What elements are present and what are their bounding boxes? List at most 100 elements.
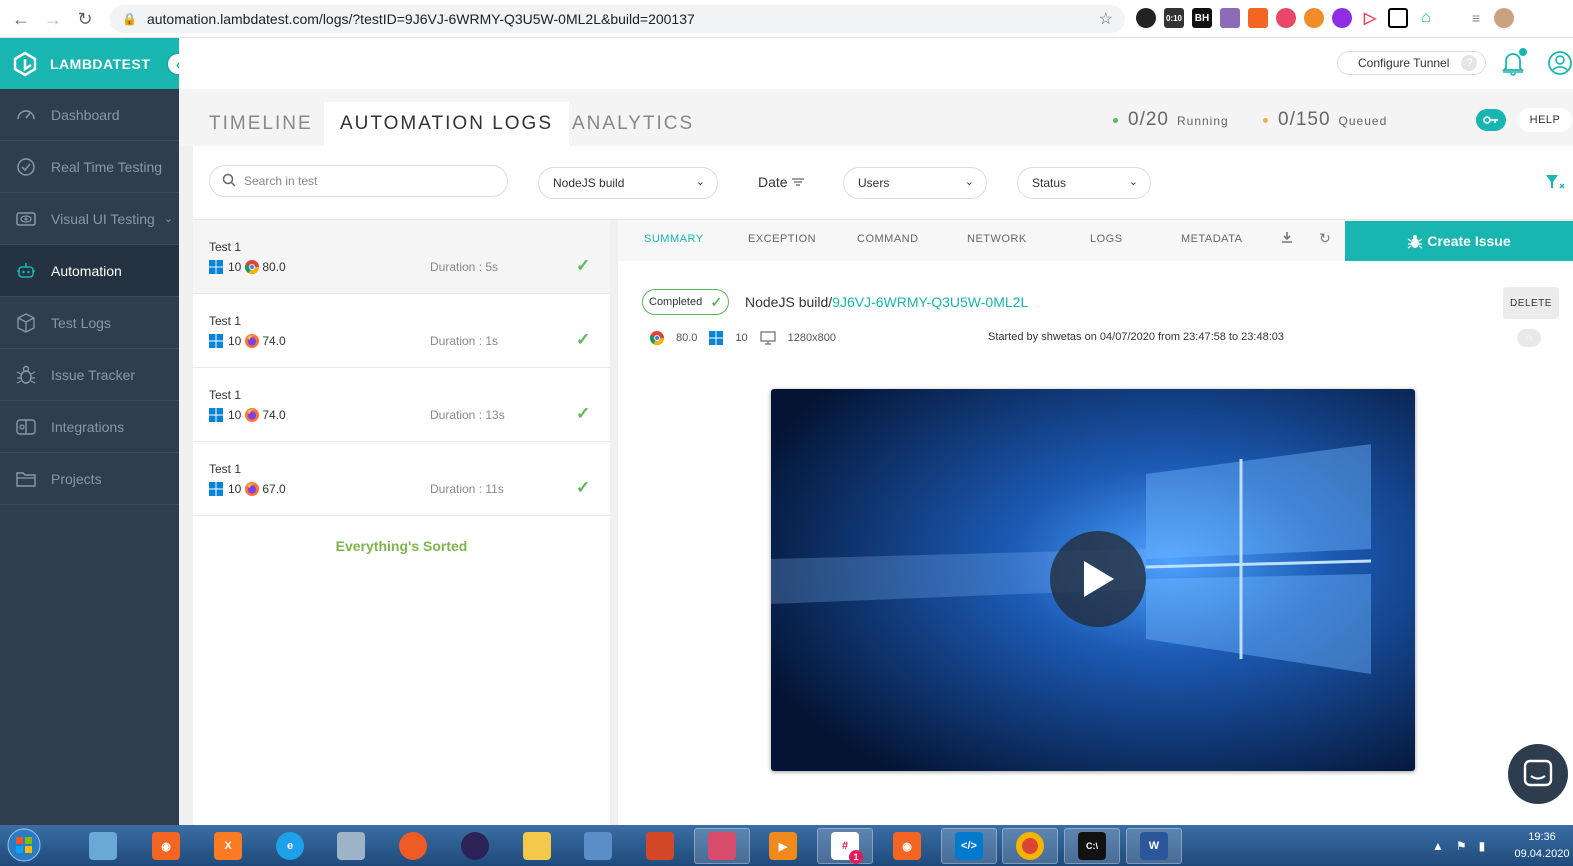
tab-network[interactable]: NETWORK (967, 233, 1027, 245)
taskbar-app-slack[interactable]: #1 (817, 828, 873, 864)
play-icon (1084, 561, 1114, 597)
delete-button[interactable]: DELETE (1503, 287, 1559, 319)
bh-extension-icon[interactable]: BH (1192, 8, 1212, 28)
reload-icon[interactable]: ↻ (70, 4, 100, 34)
tray-expand-icon[interactable]: ▲ (1432, 839, 1444, 853)
test-video-player[interactable] (771, 389, 1415, 771)
bug-icon (1408, 235, 1423, 249)
clock-icon (14, 155, 38, 179)
tab-exception[interactable]: EXCEPTION (748, 233, 816, 245)
taskbar-app-screenshot[interactable]: ◉ (138, 828, 194, 864)
taskbar-app-ie[interactable]: e (262, 828, 318, 864)
lambdatest-logo-icon (13, 51, 37, 76)
lambdatest-extension-icon[interactable]: ⌂ (1416, 8, 1436, 28)
chat-widget-button[interactable] (1508, 744, 1568, 804)
bookmark-star-icon[interactable]: ☆ (1099, 9, 1113, 29)
tab-summary[interactable]: SUMMARY (644, 233, 704, 245)
taskbar-app-chrome[interactable] (1002, 828, 1058, 864)
taskbar-app-notepad[interactable] (75, 828, 131, 864)
chevron-down-icon: ⌄ (964, 176, 974, 188)
queued-dot (1263, 117, 1268, 123)
status-select[interactable]: Status ⌄ (1017, 167, 1151, 199)
taskbar-app-eclipse[interactable] (447, 828, 503, 864)
taskbar-app-snipping[interactable] (694, 828, 750, 864)
extension-icon[interactable] (1136, 8, 1156, 28)
build-select[interactable]: NodeJS build ⌄ (538, 167, 718, 199)
tab-logs[interactable]: LOGS (1090, 233, 1123, 245)
taskbar-app-camera[interactable]: ◉ (879, 828, 935, 864)
speedometer-icon (14, 103, 38, 127)
extension-icon[interactable] (1248, 8, 1268, 28)
list-item[interactable]: Test 1 10 74.0 Duration : 13s ✓ (193, 368, 610, 442)
play-button[interactable] (1050, 531, 1146, 627)
system-clock[interactable]: 19:36 09.04.2020 (1512, 829, 1572, 863)
help-button[interactable]: HELP (1518, 108, 1572, 132)
taskbar-app-xampp[interactable]: X (200, 828, 256, 864)
test-id-link[interactable]: 9J6VJ-6WRMY-Q3U5W-0ML2L (832, 294, 1028, 310)
chevron-down-icon: ⌄ (1128, 176, 1138, 188)
taskbar-app-player[interactable]: ▶ (755, 828, 811, 864)
tab-timeline[interactable]: TIMELINE (193, 102, 329, 146)
list-item[interactable]: Test 1 10 74.0 Duration : 1s ✓ (193, 294, 610, 368)
taskbar-app-cmd[interactable]: C:\ (1064, 828, 1120, 864)
flag-icon[interactable]: ⚑ (1456, 839, 1467, 853)
tab-automation-logs[interactable]: AUTOMATION LOGS (324, 102, 569, 146)
extensions-row: 0:10 BH ▷ ⌂ ≡ (1136, 8, 1514, 28)
tab-command[interactable]: COMMAND (857, 233, 919, 245)
extension-icon[interactable]: ▷ (1360, 8, 1380, 28)
configure-tunnel-button[interactable]: Configure Tunnel ? (1337, 51, 1487, 75)
chrome-icon (245, 260, 260, 274)
date-filter[interactable]: Date (758, 174, 805, 190)
download-icon[interactable] (1281, 231, 1293, 246)
users-select[interactable]: Users ⌄ (843, 167, 987, 199)
check-icon: ✓ (576, 330, 591, 349)
extension-icon[interactable] (1276, 8, 1296, 28)
search-input[interactable]: Search in test (209, 165, 508, 197)
refresh-icon[interactable]: ↻ (1319, 230, 1331, 247)
search-icon (222, 173, 236, 190)
taskbar-app-powerpoint[interactable] (632, 828, 688, 864)
sidebar-item-issue-tracker[interactable]: Issue Tracker (0, 349, 179, 401)
sidebar-item-automation[interactable]: Automation (0, 245, 179, 297)
taskbar-app-vscode[interactable]: </> (941, 828, 997, 864)
notification-bell-icon[interactable] (1501, 48, 1527, 81)
user-account-icon[interactable] (1547, 50, 1573, 81)
profile-avatar[interactable] (1494, 8, 1514, 28)
sidebar-item-dashboard[interactable]: Dashboard (0, 89, 179, 141)
app-header: Configure Tunnel ? (179, 38, 1573, 89)
list-item[interactable]: Test 1 10 67.0 Duration : 11s ✓ (193, 442, 610, 516)
sidebar-item-projects[interactable]: Projects (0, 453, 179, 505)
access-key-button[interactable] (1476, 109, 1506, 131)
extension-icon[interactable] (1332, 8, 1352, 28)
extension-icon[interactable] (1388, 8, 1408, 28)
sidebar-item-real-time-testing[interactable]: Real Time Testing (0, 141, 179, 193)
start-button[interactable] (4, 825, 44, 865)
taskbar-app-postman[interactable] (385, 828, 441, 864)
address-bar[interactable]: 🔒 automation.lambdatest.com/logs/?testID… (110, 5, 1125, 33)
help-circle-icon[interactable]: ? (1461, 55, 1478, 71)
sidebar-item-visual-ui-testing[interactable]: Visual UI Testing ⌄ (0, 193, 179, 245)
taskbar-app-explorer[interactable] (509, 828, 565, 864)
battery-icon[interactable]: ▮ (1479, 839, 1486, 853)
reading-list-icon[interactable]: ≡ (1466, 8, 1486, 28)
sidebar-item-integrations[interactable]: Integrations (0, 401, 179, 453)
brand[interactable]: LAMBDATEST (0, 38, 179, 89)
chevron-down-icon[interactable]: ⌄ (164, 212, 173, 225)
list-item[interactable]: Test 1 10 80.0 Duration : 5s ✓ (193, 220, 610, 294)
timer-extension-icon[interactable]: 0:10 (1164, 8, 1184, 28)
extension-icon[interactable] (1304, 8, 1324, 28)
sidebar-item-test-logs[interactable]: Test Logs (0, 297, 179, 349)
taskbar-app-word[interactable]: W (1126, 828, 1182, 864)
camera-icon: ◉ (152, 832, 180, 860)
create-issue-button[interactable]: Create Issue (1345, 221, 1573, 261)
forward-icon[interactable]: → (38, 4, 68, 34)
back-icon[interactable]: ← (6, 4, 36, 34)
extension-icon[interactable] (1220, 8, 1240, 28)
cube-icon (14, 311, 38, 335)
taskbar-app-calculator[interactable] (323, 828, 379, 864)
tab-metadata[interactable]: METADATA (1181, 233, 1242, 245)
tab-analytics[interactable]: ANALYTICS (556, 102, 710, 146)
taskbar-app-keyboard[interactable] (570, 828, 626, 864)
toggle-icon[interactable]: ∩ (1517, 329, 1541, 347)
clear-filter-icon[interactable] (1545, 174, 1565, 193)
